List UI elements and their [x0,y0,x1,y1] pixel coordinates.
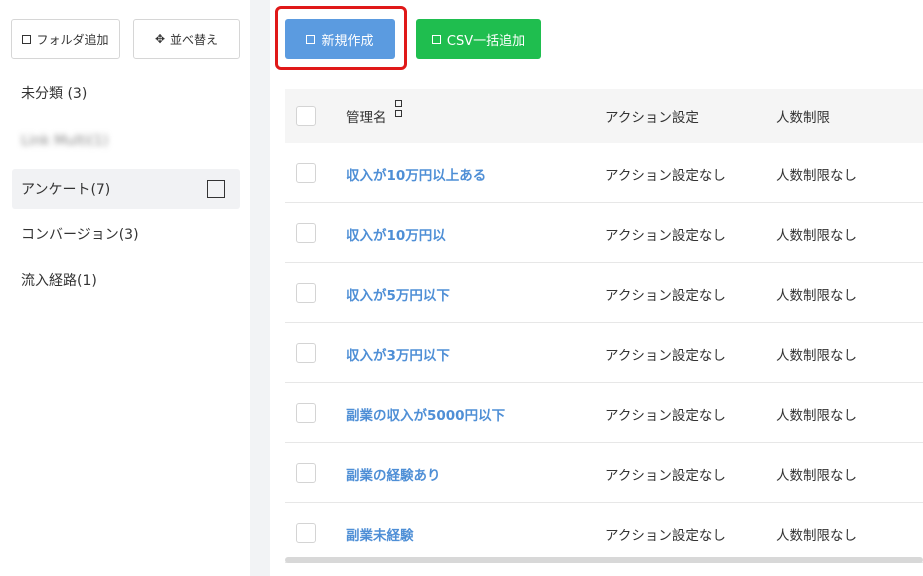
folder-item-label: 流入経路(1) [21,273,97,289]
row-name-link[interactable]: 収入が5万円以下 [346,284,450,304]
row-name-link[interactable]: 収入が10万円以 [346,224,446,244]
row-checkbox[interactable] [296,163,316,183]
table-row: 副業未経験 アクション設定なし 人数制限なし [285,503,923,563]
data-table: 管理名 アクション設定 人数制限 収入が10万円以上ある アクション設定なし 人… [285,89,923,563]
table-row: 収入が5万円以下 アクション設定なし 人数制限なし [285,263,923,323]
row-checkbox[interactable] [296,283,316,303]
sort-button[interactable]: ✥ 並べ替え [133,19,240,59]
row-action: アクション設定なし [605,168,726,184]
row-checkbox[interactable] [296,223,316,243]
new-create-button[interactable]: 新規作成 [285,19,395,59]
row-checkbox[interactable] [296,343,316,363]
row-checkbox[interactable] [296,463,316,483]
table-row: 副業の経験あり アクション設定なし 人数制限なし [285,443,923,503]
folder-item-label: コンバージョン(3) [21,227,139,243]
row-limit: 人数制限なし [776,228,857,244]
folder-item-conversion[interactable]: コンバージョン(3) [12,214,240,254]
row-name-link[interactable]: 収入が3万円以下 [346,344,450,364]
folder-item-label: Link Multi(1) [21,133,109,149]
row-name-link[interactable]: 副業の収入が5000円以下 [346,404,505,424]
row-action: アクション設定なし [605,348,726,364]
table-header: 管理名 アクション設定 人数制限 [285,89,923,143]
row-name-link[interactable]: 副業の経験あり [346,464,441,484]
row-checkbox[interactable] [296,403,316,423]
select-all-checkbox[interactable] [296,106,316,126]
row-limit: 人数制限なし [776,348,857,364]
sort-label: 並べ替え [170,32,219,47]
table-row: 収入が10万円以上ある アクション設定なし 人数制限なし [285,143,923,203]
move-arrows-icon: ✥ [154,32,166,46]
csv-icon [431,34,441,44]
folder-add-icon [22,34,32,44]
horizontal-scrollbar[interactable] [285,557,923,563]
folder-item-label: アンケート(7) [21,182,111,198]
row-limit: 人数制限なし [776,468,857,484]
row-limit: 人数制限なし [776,168,857,184]
row-limit: 人数制限なし [776,408,857,424]
sidebar: フォルダ追加 ✥ 並べ替え 未分類 (3) Link Multi(1) アンケー… [0,0,250,576]
table-row: 副業の収入が5000円以下 アクション設定なし 人数制限なし [285,383,923,443]
plus-square-icon [306,34,316,44]
table-row: 収入が3万円以下 アクション設定なし 人数制限なし [285,323,923,383]
row-checkbox[interactable] [296,523,316,543]
row-action: アクション設定なし [605,408,726,424]
folder-edit-icon[interactable] [207,180,225,198]
folder-item-survey[interactable]: アンケート(7) [12,169,240,209]
folder-item-link-multi[interactable]: Link Multi(1) [12,121,240,161]
table-row: 収入が10万円以 アクション設定なし 人数制限なし [285,203,923,263]
folder-item-label: 未分類 (3) [21,86,88,102]
folder-item-uncategorized[interactable]: 未分類 (3) [12,73,240,113]
csv-bulk-add-label: CSV一括追加 [446,33,526,49]
header-name: 管理名 [346,110,387,126]
folder-item-inflow[interactable]: 流入経路(1) [12,260,240,300]
add-folder-label: フォルダ追加 [36,32,109,47]
sort-icon[interactable] [395,100,402,117]
row-action: アクション設定なし [605,228,726,244]
add-folder-button[interactable]: フォルダ追加 [11,19,120,59]
row-limit: 人数制限なし [776,528,857,544]
row-action: アクション設定なし [605,288,726,304]
row-name-link[interactable]: 収入が10万円以上ある [346,164,486,184]
header-limit: 人数制限 [776,110,830,126]
row-limit: 人数制限なし [776,288,857,304]
csv-bulk-add-button[interactable]: CSV一括追加 [416,19,541,59]
header-action: アクション設定 [605,110,699,126]
row-action: アクション設定なし [605,468,726,484]
new-create-label: 新規作成 [321,33,374,49]
row-action: アクション設定なし [605,528,726,544]
row-name-link[interactable]: 副業未経験 [346,524,414,544]
